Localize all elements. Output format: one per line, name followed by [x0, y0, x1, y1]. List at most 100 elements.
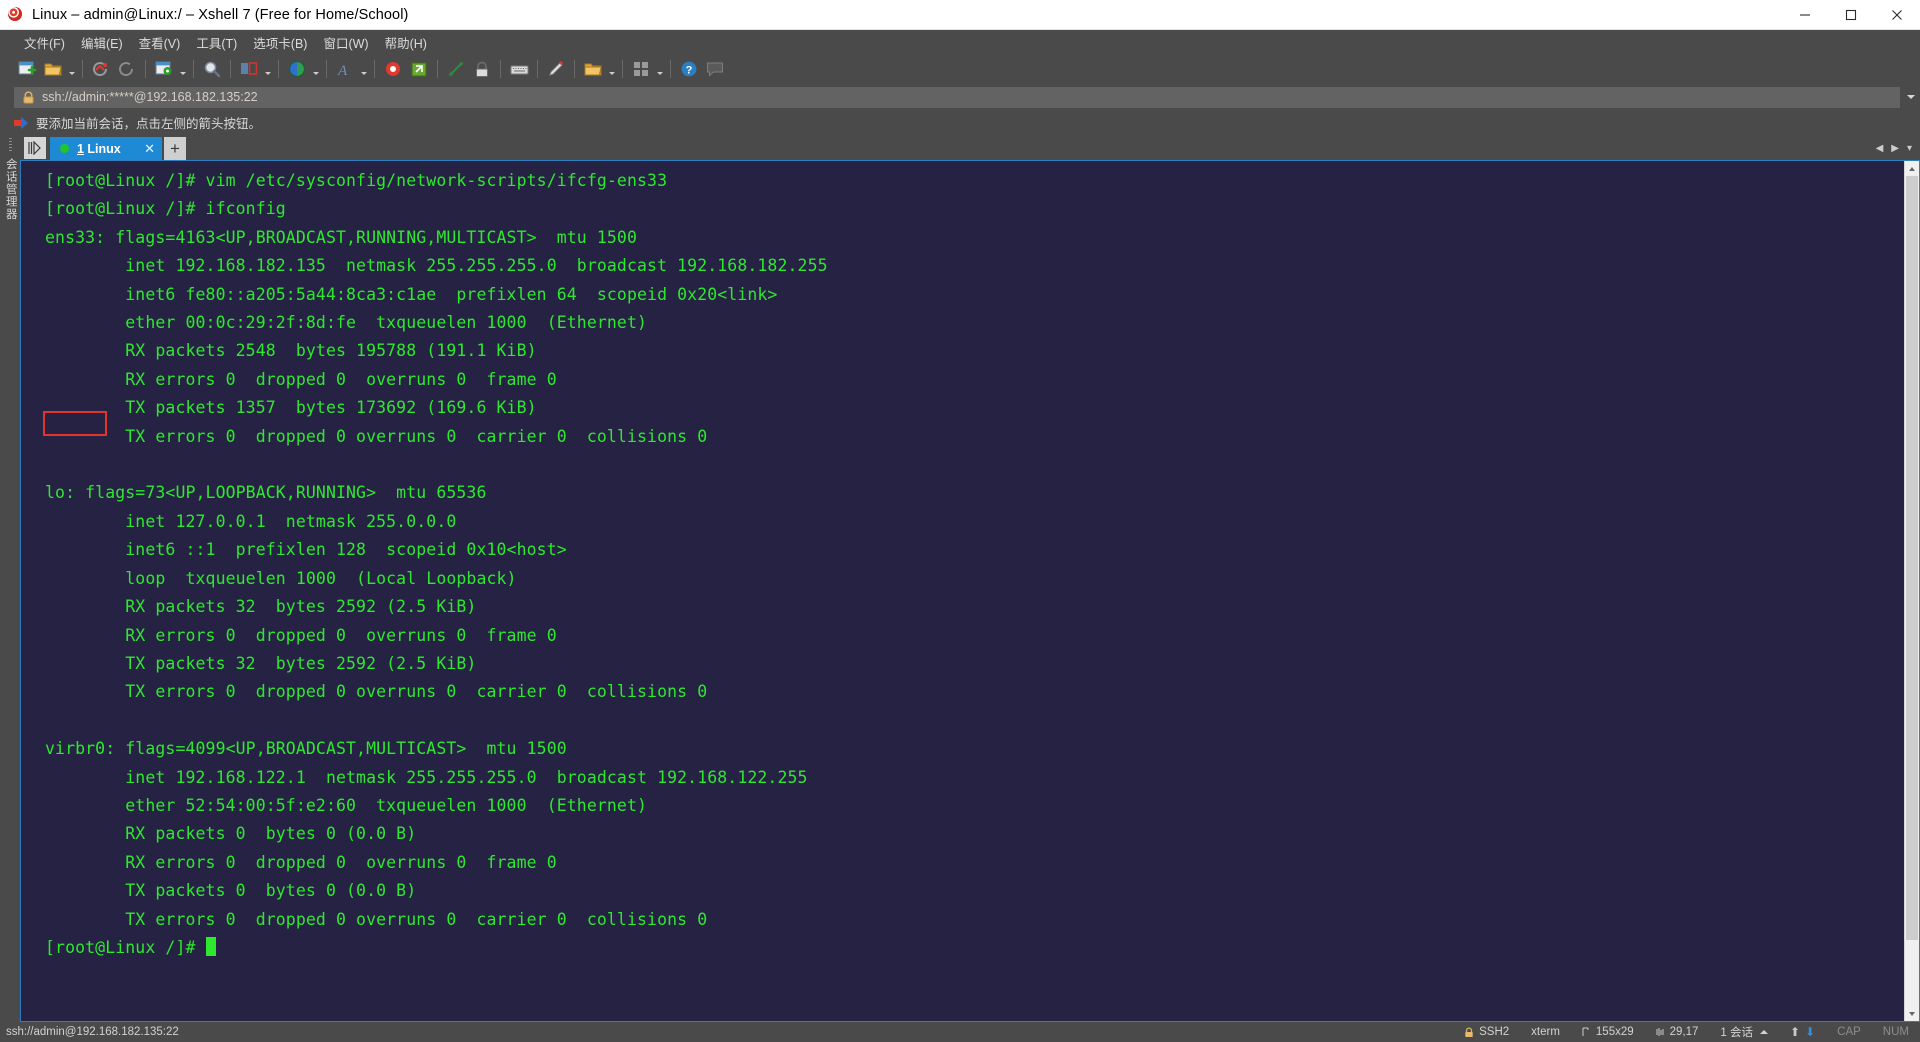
toolbar-separator [374, 60, 375, 78]
tab-close-icon[interactable]: ✕ [144, 142, 155, 155]
status-size-cell: 155x29 [1571, 1026, 1645, 1038]
new-tab-button[interactable]: + [164, 137, 186, 160]
terminal-output: [root@Linux /]# vim /etc/sysconfig/netwo… [45, 171, 828, 957]
transfer-dropdown[interactable] [606, 56, 617, 82]
record-icon[interactable] [380, 56, 406, 82]
session-properties-icon[interactable] [151, 56, 177, 82]
menu-help[interactable]: 帮助(H) [377, 30, 435, 55]
open-folder-dropdown[interactable] [66, 56, 77, 82]
tab-linux[interactable]: 1 Linux ✕ [50, 137, 162, 160]
status-right: SSH2 xterm 155x29 29,17 1 会话 ⬆ ⬇ CAP NUM [1453, 1024, 1920, 1040]
tab-index: 1 [77, 141, 84, 156]
terminal-cursor [205, 936, 216, 956]
toolbar-separator [326, 60, 327, 78]
toolbar-separator [145, 60, 146, 78]
status-sessions: 1 会话 [1720, 1027, 1754, 1039]
close-button[interactable] [1874, 0, 1920, 30]
tab-nav: ◀ ▶ ▾ [1872, 138, 1920, 160]
toolbar-separator [670, 60, 671, 78]
log-icon[interactable] [406, 56, 432, 82]
disconnect-icon[interactable] [114, 56, 140, 82]
find-icon[interactable] [199, 56, 225, 82]
open-folder-icon[interactable] [40, 56, 66, 82]
scrollbar-thumb[interactable] [1906, 176, 1918, 940]
scroll-down-icon[interactable] [1905, 1006, 1919, 1021]
transfer-icon[interactable] [580, 56, 606, 82]
tab-list-icon[interactable] [24, 137, 46, 159]
status-num: NUM [1882, 1026, 1909, 1038]
keyboard-icon[interactable] [506, 56, 532, 82]
minimize-button[interactable] [1782, 0, 1828, 30]
font-icon[interactable]: A [332, 56, 358, 82]
chat-icon[interactable] [702, 56, 728, 82]
address-input[interactable]: ssh://admin:*****@192.168.182.135:22 [14, 86, 1900, 108]
notice-bar: 要添加当前会话，点击左侧的箭头按钮。 [0, 110, 1920, 134]
tab-prev-button[interactable]: ◀ [1872, 138, 1888, 160]
main-area: 会话管理器 1 Linux ✕ + ◀ ▶ ▾ [root@Linux /]# … [0, 134, 1920, 1022]
status-protocol: SSH2 [1479, 1026, 1510, 1038]
status-protocol-cell: SSH2 [1453, 1026, 1520, 1038]
maximize-button[interactable] [1828, 0, 1874, 30]
status-cursor-cell: 29,17 [1645, 1026, 1710, 1038]
globe-icon[interactable] [284, 56, 310, 82]
lock-icon [22, 90, 35, 104]
address-bar-row: ssh://admin:*****@192.168.182.135:22 [0, 84, 1920, 110]
terminal-scrollbar[interactable] [1904, 161, 1919, 1021]
chevron-up-icon[interactable] [1760, 1030, 1769, 1034]
toolbar-separator [537, 60, 538, 78]
menu-tools[interactable]: 工具(T) [188, 30, 245, 55]
scroll-up-icon[interactable] [1905, 161, 1919, 176]
scrollbar-track[interactable] [1905, 176, 1919, 1006]
terminal-screen[interactable]: [root@Linux /]# vim /etc/sysconfig/netwo… [21, 161, 1904, 1021]
toolbar-separator [193, 60, 194, 78]
notice-text: 要添加当前会话，点击左侧的箭头按钮。 [36, 116, 262, 131]
cursor-position-icon [1656, 1027, 1665, 1037]
font-dropdown[interactable] [358, 56, 369, 82]
tab-label: 1 Linux [77, 142, 134, 156]
lock-icon[interactable] [469, 56, 495, 82]
title-bar: Linux – admin@Linux:/ – Xshell 7 (Free f… [0, 0, 1920, 30]
tab-bar: 1 Linux ✕ + ◀ ▶ ▾ [20, 134, 1920, 160]
toolbar-separator [230, 60, 231, 78]
terminal-container: [root@Linux /]# vim /etc/sysconfig/netwo… [20, 160, 1920, 1022]
toolbar-separator [574, 60, 575, 78]
apps-icon[interactable] [628, 56, 654, 82]
menu-bar: 文件(F) 编辑(E) 查看(V) 工具(T) 选项卡(B) 窗口(W) 帮助(… [0, 30, 1920, 54]
toolbar-separator [82, 60, 83, 78]
menu-tabs[interactable]: 选项卡(B) [245, 30, 315, 55]
status-bar: ssh://admin@192.168.182.135:22 SSH2 xter… [0, 1022, 1920, 1042]
toolbar-separator [500, 60, 501, 78]
reconnect-icon[interactable] [88, 56, 114, 82]
new-session-icon[interactable] [14, 56, 40, 82]
menu-view[interactable]: 查看(V) [131, 30, 189, 55]
status-connection: ssh://admin@192.168.182.135:22 [6, 1026, 179, 1038]
tab-menu-button[interactable]: ▾ [1903, 138, 1916, 160]
menu-file[interactable]: 文件(F) [16, 30, 73, 55]
status-cursor: 29,17 [1669, 1026, 1699, 1038]
tab-status-dot [60, 144, 69, 153]
status-sessions-cell[interactable]: 1 会话 [1709, 1024, 1779, 1040]
tab-next-button[interactable]: ▶ [1887, 138, 1903, 160]
help-icon[interactable]: ? [676, 56, 702, 82]
status-size: 155x29 [1595, 1026, 1634, 1038]
apps-dropdown[interactable] [654, 56, 665, 82]
highlight-icon[interactable] [543, 56, 569, 82]
lock-icon [1464, 1026, 1474, 1038]
menu-window[interactable]: 窗口(W) [315, 30, 376, 55]
download-arrow-icon: ⬇ [1805, 1025, 1816, 1039]
tab-title: Linux [83, 141, 121, 156]
session-properties-dropdown[interactable] [177, 56, 188, 82]
toolbar: A ? [0, 54, 1920, 84]
layout-dropdown[interactable] [262, 56, 273, 82]
layout-icon[interactable] [236, 56, 262, 82]
window-controls [1782, 0, 1920, 30]
svg-text:A: A [337, 63, 348, 78]
globe-dropdown[interactable] [310, 56, 321, 82]
chevron-down-icon[interactable] [1902, 84, 1920, 110]
menu-edit[interactable]: 编辑(E) [73, 30, 131, 55]
session-manager-rail[interactable]: 会话管理器 [0, 134, 20, 1022]
resize-icon [1582, 1027, 1591, 1037]
rail-grip[interactable] [8, 138, 12, 152]
fullscreen-icon[interactable] [443, 56, 469, 82]
upload-arrow-icon: ⬆ [1790, 1025, 1801, 1039]
